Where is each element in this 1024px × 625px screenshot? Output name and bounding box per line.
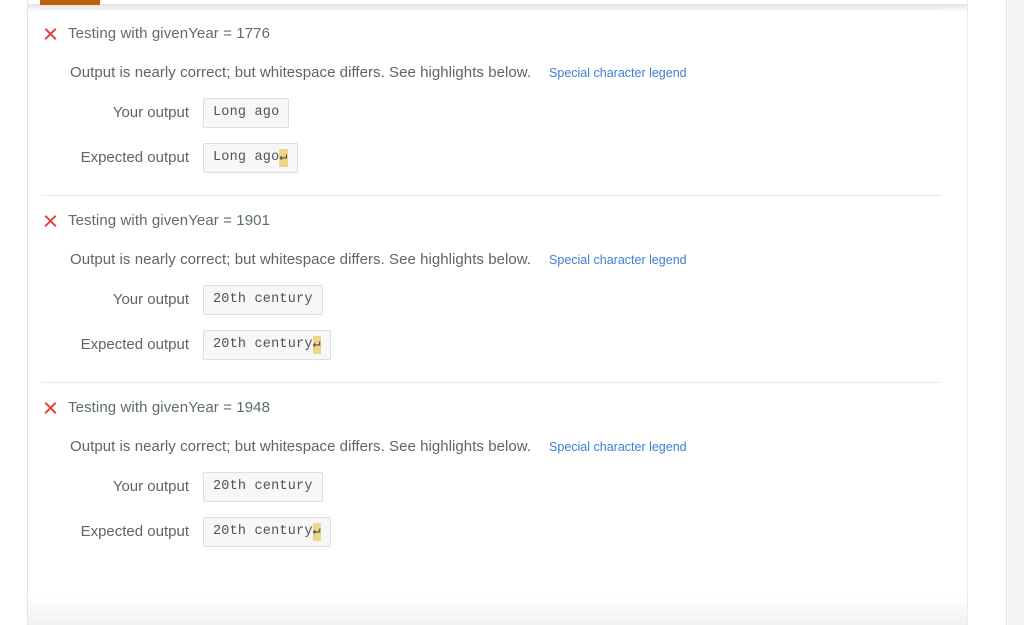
test-case-3: Testing with givenYear = 1948 Output is … bbox=[28, 382, 967, 569]
expected-output-value: 20th century ↵ bbox=[203, 517, 331, 547]
test-case-message-row: Output is nearly correct; but whitespace… bbox=[28, 250, 967, 270]
test-case-title: Testing with givenYear = 1776 bbox=[68, 25, 271, 42]
scroll-shadow-bottom bbox=[28, 595, 967, 625]
fail-x-icon bbox=[42, 400, 59, 417]
your-output-row: Your output Long ago bbox=[28, 98, 967, 128]
test-case-message: Output is nearly correct; but whitespace… bbox=[70, 251, 532, 268]
your-output-label: Your output bbox=[112, 104, 189, 121]
test-case-title: Testing with givenYear = 1901 bbox=[68, 212, 271, 229]
expected-output-row: Expected output 20th century ↵ bbox=[28, 517, 967, 547]
special-character-legend-link[interactable]: Special character legend bbox=[549, 251, 687, 269]
your-output-value: 20th century bbox=[203, 472, 323, 502]
app-root: Testing with givenYear = 1776 Output is … bbox=[0, 0, 1024, 625]
newline-highlight-glyph: ↵ bbox=[312, 336, 321, 354]
test-case-message-row: Output is nearly correct; but whitespace… bbox=[28, 63, 967, 83]
test-case-header: Testing with givenYear = 1901 bbox=[28, 210, 967, 232]
expected-output-text: 20th century bbox=[213, 337, 313, 352]
test-case-body: Testing with givenYear = 1948 Output is … bbox=[28, 383, 967, 569]
panel-right-edge bbox=[967, 0, 968, 625]
your-output-label: Your output bbox=[112, 291, 189, 308]
expected-output-value: Long ago ↵ bbox=[203, 143, 298, 173]
expected-output-value: 20th century ↵ bbox=[203, 330, 331, 360]
expected-output-row: Expected output Long ago ↵ bbox=[28, 143, 967, 173]
tab-strip bbox=[28, 0, 967, 8]
page-right-edge bbox=[1006, 0, 1007, 625]
test-case-header: Testing with givenYear = 1776 bbox=[28, 23, 967, 45]
expected-output-text: Long ago bbox=[213, 150, 280, 165]
expected-output-row: Expected output 20th century ↵ bbox=[28, 330, 967, 360]
test-case-message-row: Output is nearly correct; but whitespace… bbox=[28, 437, 967, 457]
expected-output-label: Expected output bbox=[80, 336, 189, 353]
special-character-legend-link[interactable]: Special character legend bbox=[549, 64, 687, 82]
newline-highlight-glyph: ↵ bbox=[279, 149, 288, 167]
your-output-value: 20th century bbox=[203, 285, 323, 315]
expected-output-text: 20th century bbox=[213, 524, 313, 539]
expected-output-label: Expected output bbox=[80, 523, 189, 540]
fail-x-icon bbox=[42, 26, 59, 43]
tab-strip-hairline bbox=[28, 4, 967, 5]
right-rail bbox=[1007, 0, 1024, 625]
test-case-header: Testing with givenYear = 1948 bbox=[28, 397, 967, 419]
test-case-message: Output is nearly correct; but whitespace… bbox=[70, 438, 532, 455]
your-output-row: Your output 20th century bbox=[28, 472, 967, 502]
test-case-1: Testing with givenYear = 1776 Output is … bbox=[28, 8, 967, 195]
your-output-row: Your output 20th century bbox=[28, 285, 967, 315]
your-output-value: Long ago bbox=[203, 98, 290, 128]
expected-output-label: Expected output bbox=[80, 149, 189, 166]
test-case-2: Testing with givenYear = 1901 Output is … bbox=[28, 195, 967, 382]
active-tab-indicator[interactable] bbox=[40, 0, 100, 5]
newline-highlight-glyph: ↵ bbox=[312, 523, 321, 541]
test-case-title: Testing with givenYear = 1948 bbox=[68, 399, 271, 416]
test-case-body: Testing with givenYear = 1776 Output is … bbox=[28, 9, 967, 195]
special-character-legend-link[interactable]: Special character legend bbox=[549, 438, 687, 456]
fail-x-icon bbox=[42, 213, 59, 230]
your-output-label: Your output bbox=[112, 478, 189, 495]
test-case-message: Output is nearly correct; but whitespace… bbox=[70, 64, 532, 81]
test-case-list: Testing with givenYear = 1776 Output is … bbox=[28, 8, 967, 569]
test-case-body: Testing with givenYear = 1901 Output is … bbox=[28, 196, 967, 382]
test-results-panel: Testing with givenYear = 1776 Output is … bbox=[27, 0, 967, 625]
